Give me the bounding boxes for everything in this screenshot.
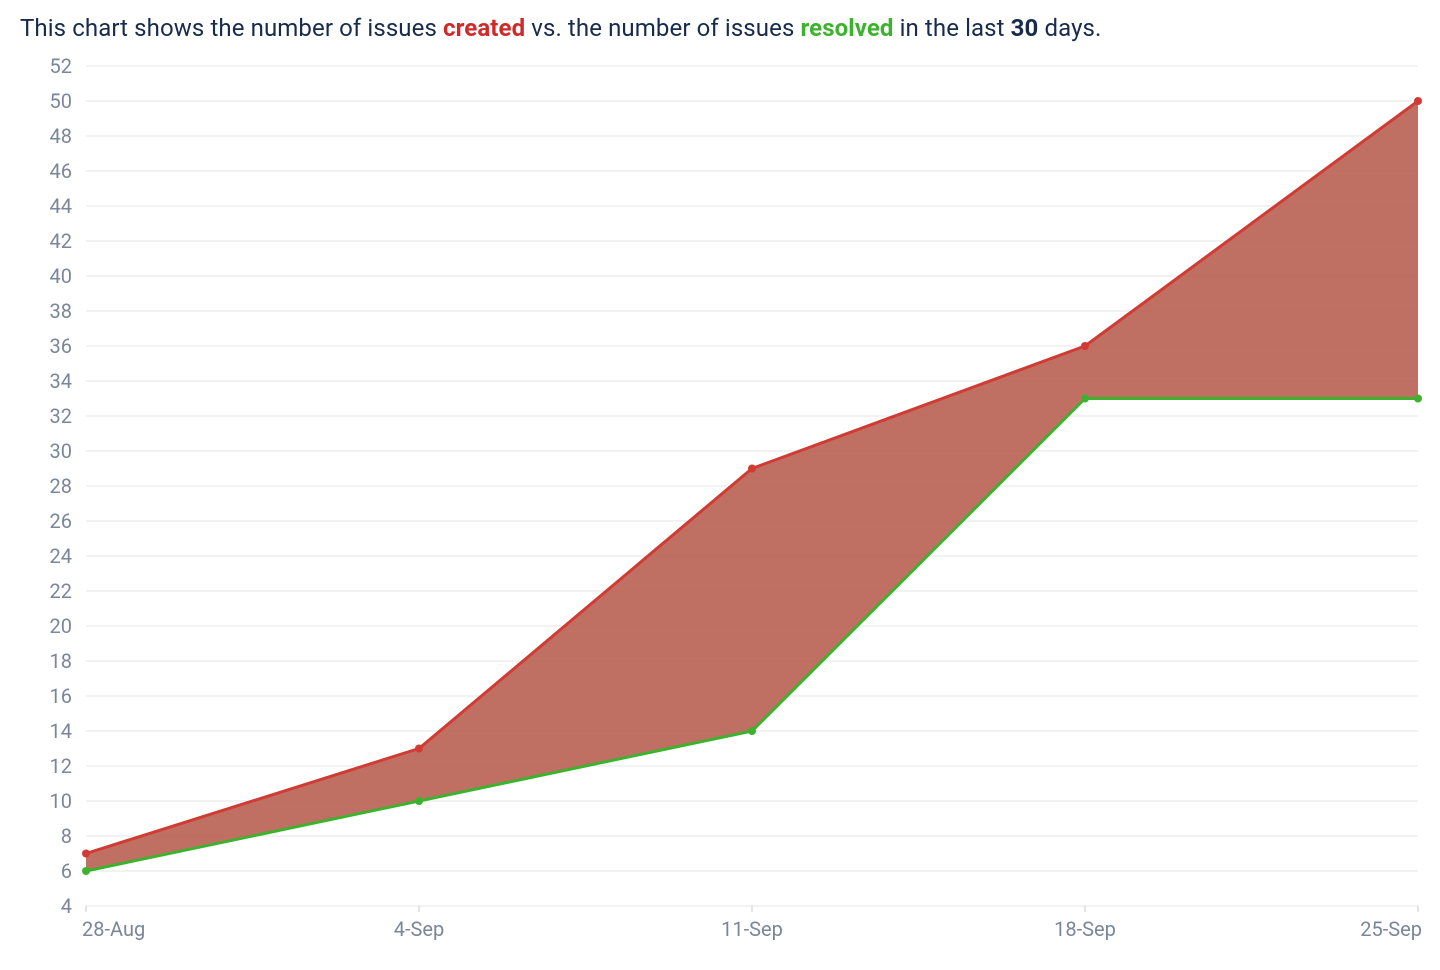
y-tick-label: 20 — [50, 614, 72, 638]
y-tick-label: 22 — [50, 579, 72, 603]
point-resolved — [1414, 395, 1422, 403]
y-tick-label: 42 — [50, 229, 72, 253]
point-created — [1414, 97, 1422, 105]
y-tick-label: 16 — [50, 684, 72, 708]
point-created — [415, 745, 423, 753]
point-resolved — [415, 797, 423, 805]
chart-caption: This chart shows the number of issues cr… — [20, 12, 1420, 44]
y-tick-label: 24 — [50, 544, 72, 568]
y-tick-label: 36 — [50, 334, 72, 358]
y-tick-label: 4 — [61, 894, 72, 918]
y-tick-label: 50 — [50, 89, 72, 113]
y-tick-label: 6 — [61, 859, 72, 883]
point-created — [82, 850, 90, 858]
x-tick-label: 18-Sep — [1054, 917, 1116, 941]
x-tick-label: 25-Sep — [1360, 917, 1422, 941]
y-tick-label: 46 — [50, 159, 72, 183]
y-tick-label: 40 — [50, 264, 72, 288]
y-tick-label: 14 — [50, 719, 72, 743]
caption-text: vs. the number of issues — [525, 14, 800, 42]
point-created — [748, 465, 756, 473]
issues-chart: 4681012141618202224262830323436384042444… — [20, 56, 1424, 950]
caption-resolved: resolved — [801, 14, 894, 42]
y-tick-label: 8 — [61, 824, 72, 848]
x-tick-label: 4-Sep — [394, 917, 444, 941]
x-tick-label: 28-Aug — [82, 917, 145, 941]
caption-text: This chart shows the number of issues — [20, 14, 443, 42]
y-tick-label: 12 — [50, 754, 72, 778]
y-tick-label: 34 — [50, 369, 72, 393]
y-tick-label: 18 — [50, 649, 72, 673]
y-tick-label: 52 — [50, 56, 72, 78]
point-created — [1081, 342, 1089, 350]
y-tick-label: 38 — [50, 299, 72, 323]
caption-days: 30 — [1011, 14, 1039, 42]
y-tick-label: 44 — [50, 194, 72, 218]
y-tick-label: 10 — [50, 789, 72, 813]
y-tick-label: 32 — [50, 404, 72, 428]
y-tick-label: 30 — [50, 439, 72, 463]
point-resolved — [748, 727, 756, 735]
y-tick-label: 28 — [50, 474, 72, 498]
chart-area: 4681012141618202224262830323436384042444… — [20, 56, 1424, 950]
point-resolved — [82, 867, 90, 875]
y-axis: 4681012141618202224262830323436384042444… — [50, 56, 72, 918]
caption-text: days. — [1038, 14, 1101, 42]
caption-created: created — [443, 14, 525, 42]
x-tick-label: 11-Sep — [721, 917, 783, 941]
x-axis: 28-Aug 4-Sep 11-Sep 18-Sep 25-Sep — [82, 906, 1422, 941]
point-resolved — [1081, 395, 1089, 403]
caption-text: in the last — [894, 14, 1011, 42]
y-tick-label: 26 — [50, 509, 72, 533]
y-tick-label: 48 — [50, 124, 72, 148]
